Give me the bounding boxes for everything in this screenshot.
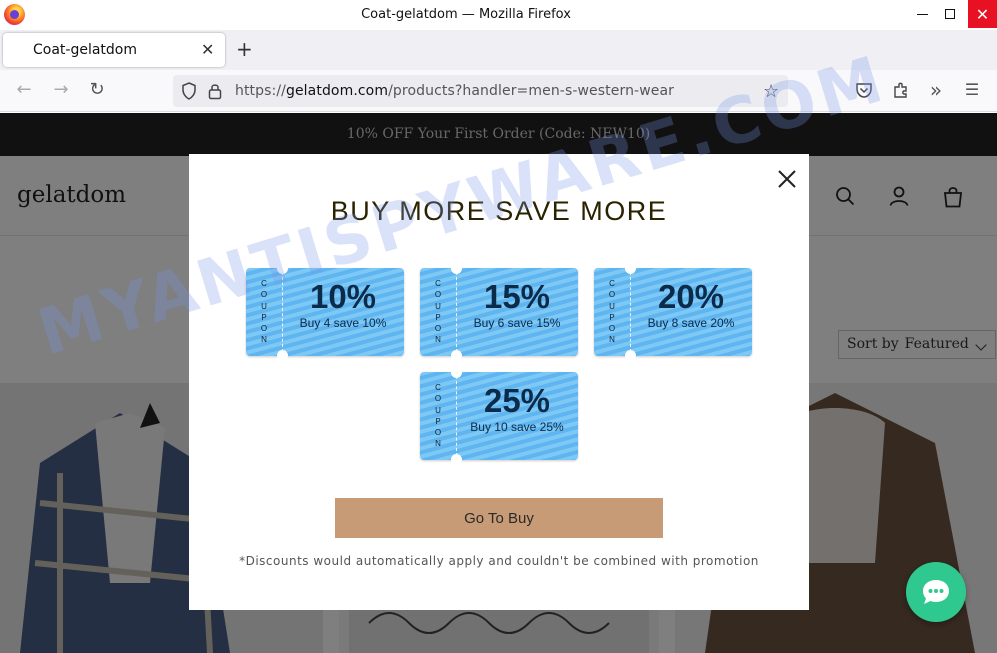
overflow-icon[interactable]: » — [926, 80, 946, 100]
coupon-card[interactable]: COUPON 15% Buy 6 save 15% — [420, 263, 578, 361]
coupon-notch — [451, 350, 462, 361]
coupon-notch — [451, 263, 462, 274]
coupon-percent: 25% — [483, 382, 551, 419]
coupon-card[interactable]: COUPON 20% Buy 8 save 20% — [594, 263, 752, 361]
forward-icon[interactable]: → — [51, 80, 71, 100]
shield-icon[interactable] — [181, 82, 197, 100]
url-path: /products?handler=men-s-western-wear — [388, 83, 674, 99]
tab-coat-gelatdom[interactable]: Coat-gelatdom ✕ — [3, 33, 225, 67]
coupon-description: Buy 8 save 20% — [647, 316, 735, 330]
window-titlebar: Coat-gelatdom — Mozilla Firefox ✕ — [0, 0, 997, 30]
coupon-notch — [625, 263, 636, 274]
coupon-notch — [625, 350, 636, 361]
coupon-side-text: COUPON — [434, 279, 442, 345]
chat-button[interactable] — [906, 562, 966, 622]
maximize-icon — [945, 9, 955, 19]
url-text[interactable]: https://gelatdom.com/products?handler=me… — [235, 83, 674, 99]
coupon-side-text: COUPON — [608, 279, 616, 345]
tab-label: Coat-gelatdom — [33, 42, 138, 58]
coupon-percent: 15% — [483, 278, 551, 315]
coupon-description: Buy 10 save 25% — [470, 420, 564, 434]
coupon-notch — [277, 350, 288, 361]
url-domain: gelatdom.com — [285, 83, 389, 99]
tab-close-button[interactable]: ✕ — [201, 40, 214, 59]
window-title: Coat-gelatdom — Mozilla Firefox — [361, 7, 571, 22]
menu-icon[interactable]: ☰ — [962, 80, 982, 100]
new-tab-button[interactable]: + — [236, 37, 253, 61]
coupon-card[interactable]: COUPON 25% Buy 10 save 25% — [420, 367, 578, 465]
lock-icon[interactable] — [208, 82, 222, 100]
url-prefix: https:// — [235, 83, 286, 99]
coupon-notch — [451, 454, 462, 465]
coupon-description: Buy 6 save 15% — [473, 316, 561, 330]
maximize-button[interactable] — [936, 0, 964, 28]
extensions-icon[interactable] — [892, 81, 910, 99]
back-icon[interactable]: ← — [14, 80, 34, 100]
coupon-notch — [451, 367, 462, 378]
go-to-buy-button[interactable]: Go To Buy — [335, 498, 663, 538]
reload-icon[interactable]: ↻ — [87, 80, 107, 100]
minimize-icon — [916, 13, 928, 15]
coupon-side-text: COUPON — [434, 383, 442, 449]
coupon-percent: 20% — [657, 278, 725, 315]
chat-icon — [923, 580, 949, 604]
coupon-description: Buy 4 save 10% — [299, 316, 387, 330]
close-icon[interactable] — [776, 168, 798, 190]
window-close-button[interactable]: ✕ — [968, 0, 997, 28]
disclaimer-text: *Discounts would automatically apply and… — [239, 554, 759, 568]
minimize-button[interactable] — [908, 0, 936, 28]
